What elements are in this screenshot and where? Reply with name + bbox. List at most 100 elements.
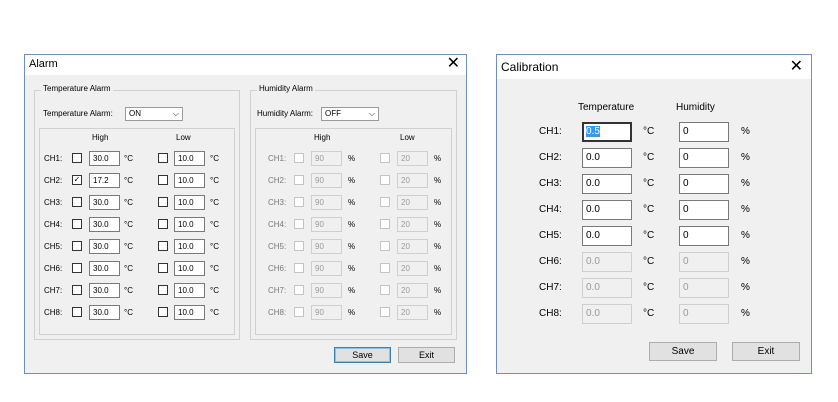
calibration-temperature-input[interactable]: 0.0 <box>582 252 632 272</box>
humidity-low-input[interactable]: 20 <box>397 195 428 210</box>
temperature-low-input[interactable]: 10.0 <box>174 195 205 210</box>
calibration-humidity-input[interactable]: 0 <box>679 278 729 298</box>
humidity-low-checkbox[interactable] <box>380 219 390 229</box>
humidity-high-unit: % <box>348 198 356 207</box>
temperature-high-input[interactable]: 30.0 <box>89 239 120 254</box>
temperature-low-input[interactable]: 10.0 <box>174 151 205 166</box>
temperature-low-input[interactable]: 10.0 <box>174 261 205 276</box>
alarm-title: Alarm <box>29 58 58 70</box>
humidity-low-checkbox[interactable] <box>380 197 390 207</box>
calibration-temperature-input[interactable]: 0.0 <box>582 148 632 168</box>
humidity-low-input[interactable]: 20 <box>397 151 428 166</box>
humidity-high-input[interactable]: 90 <box>311 239 342 254</box>
humidity-high-input[interactable]: 90 <box>311 173 342 188</box>
temperature-high-checkbox[interactable]: ✓ <box>72 175 82 185</box>
humidity-low-checkbox[interactable] <box>380 153 390 163</box>
humidity-high-input[interactable]: 90 <box>311 261 342 276</box>
temperature-low-unit: °C <box>210 220 219 229</box>
temperature-low-input[interactable]: 10.0 <box>174 239 205 254</box>
temperature-low-checkbox[interactable] <box>158 219 168 229</box>
calibration-humidity-input[interactable]: 0 <box>679 304 729 324</box>
calibration-channel-label: CH8: <box>539 308 562 319</box>
humidity-low-input[interactable]: 20 <box>397 283 428 298</box>
temperature-low-input[interactable]: 10.0 <box>174 283 205 298</box>
temperature-high-checkbox[interactable] <box>72 219 82 229</box>
temperature-low-checkbox[interactable] <box>158 241 168 251</box>
humidity-high-checkbox[interactable] <box>294 175 304 185</box>
humidity-low-checkbox[interactable] <box>380 263 390 273</box>
calibration-humidity-input[interactable]: 0 <box>679 122 729 142</box>
temperature-low-input[interactable]: 10.0 <box>174 173 205 188</box>
calibration-humidity-header: Humidity <box>676 102 715 113</box>
humidity-low-checkbox[interactable] <box>380 175 390 185</box>
temperature-high-input[interactable]: 30.0 <box>89 261 120 276</box>
humidity-low-input[interactable]: 20 <box>397 217 428 232</box>
calibration-close-icon[interactable]: ✕ <box>790 59 803 75</box>
temperature-high-checkbox[interactable] <box>72 285 82 295</box>
calibration-temperature-input[interactable]: 0.0 <box>582 278 632 298</box>
temperature-high-checkbox[interactable] <box>72 153 82 163</box>
calibration-temperature-input[interactable]: 0.0 <box>582 304 632 324</box>
calibration-temperature-value: 0.0 <box>586 308 600 319</box>
temperature-low-checkbox[interactable] <box>158 153 168 163</box>
calibration-temperature-value: 0.5 <box>586 126 600 137</box>
temperature-low-checkbox[interactable] <box>158 175 168 185</box>
temperature-high-checkbox[interactable] <box>72 263 82 273</box>
calibration-humidity-unit: % <box>741 152 750 163</box>
alarm-close-icon[interactable]: ✕ <box>447 56 460 72</box>
temperature-low-input[interactable]: 10.0 <box>174 217 205 232</box>
temperature-high-checkbox[interactable] <box>72 307 82 317</box>
calibration-window: Calibration ✕ Temperature Humidity CH1: 0… <box>496 54 812 374</box>
humidity-low-input[interactable]: 20 <box>397 173 428 188</box>
temperature-low-input[interactable]: 10.0 <box>174 305 205 320</box>
calibration-channel-label: CH2: <box>539 152 562 163</box>
calibration-humidity-input[interactable]: 0 <box>679 148 729 168</box>
calibration-humidity-input[interactable]: 0 <box>679 200 729 220</box>
humidity-high-input[interactable]: 90 <box>311 305 342 320</box>
humidity-high-checkbox[interactable] <box>294 153 304 163</box>
temperature-high-input[interactable]: 30.0 <box>89 217 120 232</box>
humidity-low-unit: % <box>434 242 442 251</box>
humidity-high-checkbox[interactable] <box>294 307 304 317</box>
humidity-high-checkbox[interactable] <box>294 285 304 295</box>
calibration-temperature-input[interactable]: 0.0 <box>582 174 632 194</box>
alarm-exit-button[interactable]: Exit <box>398 347 455 363</box>
calibration-exit-button[interactable]: Exit <box>732 342 800 361</box>
calibration-temperature-input[interactable]: 0.0 <box>582 226 632 246</box>
temperature-low-checkbox[interactable] <box>158 197 168 207</box>
temperature-high-input[interactable]: 30.0 <box>89 195 120 210</box>
temperature-high-checkbox[interactable] <box>72 197 82 207</box>
temperature-high-checkbox[interactable] <box>72 241 82 251</box>
calibration-temperature-input[interactable]: 0.5 <box>582 122 632 142</box>
temperature-high-input[interactable]: 30.0 <box>89 283 120 298</box>
calibration-humidity-input[interactable]: 0 <box>679 174 729 194</box>
calibration-humidity-unit: % <box>741 308 750 319</box>
temperature-low-checkbox[interactable] <box>158 263 168 273</box>
temperature-high-input[interactable]: 30.0 <box>89 151 120 166</box>
humidity-low-checkbox[interactable] <box>380 307 390 317</box>
humidity-high-input[interactable]: 90 <box>311 195 342 210</box>
humidity-alarm-select[interactable]: OFF ⌵ <box>321 107 379 121</box>
humidity-high-checkbox[interactable] <box>294 263 304 273</box>
humidity-low-input[interactable]: 20 <box>397 305 428 320</box>
humidity-low-input[interactable]: 20 <box>397 239 428 254</box>
temperature-low-checkbox[interactable] <box>158 307 168 317</box>
alarm-save-button[interactable]: Save <box>334 347 391 363</box>
calibration-save-button[interactable]: Save <box>649 342 717 361</box>
temperature-high-input[interactable]: 30.0 <box>89 305 120 320</box>
temperature-alarm-select[interactable]: ON ⌵ <box>125 107 183 121</box>
humidity-high-checkbox[interactable] <box>294 241 304 251</box>
temperature-high-input[interactable]: 17.2 <box>89 173 120 188</box>
humidity-high-input[interactable]: 90 <box>311 217 342 232</box>
humidity-low-input[interactable]: 20 <box>397 261 428 276</box>
temperature-low-checkbox[interactable] <box>158 285 168 295</box>
humidity-low-checkbox[interactable] <box>380 241 390 251</box>
humidity-high-input[interactable]: 90 <box>311 151 342 166</box>
calibration-humidity-input[interactable]: 0 <box>679 252 729 272</box>
humidity-high-input[interactable]: 90 <box>311 283 342 298</box>
humidity-high-checkbox[interactable] <box>294 197 304 207</box>
calibration-humidity-input[interactable]: 0 <box>679 226 729 246</box>
calibration-temperature-input[interactable]: 0.0 <box>582 200 632 220</box>
humidity-high-checkbox[interactable] <box>294 219 304 229</box>
humidity-low-checkbox[interactable] <box>380 285 390 295</box>
